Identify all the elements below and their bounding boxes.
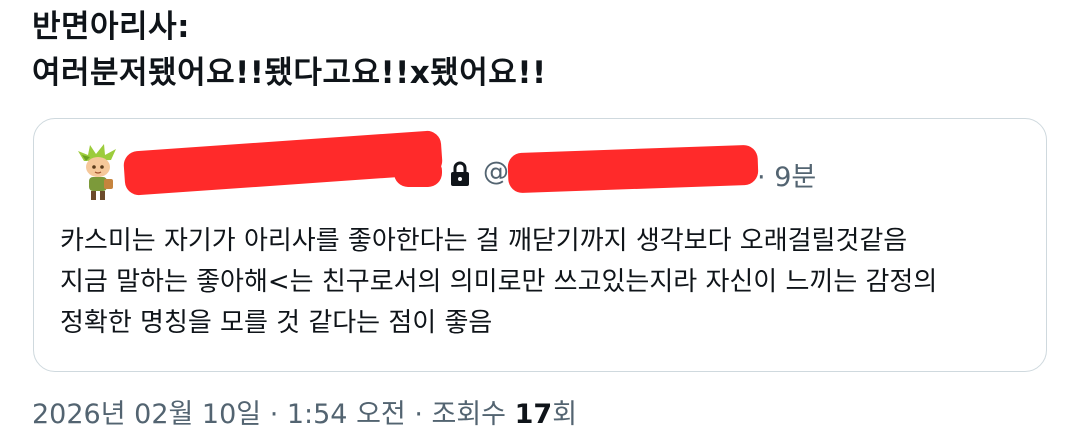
time-separator: ·: [757, 162, 766, 193]
redacted-display-name-tail: [394, 157, 442, 187]
quoted-tweet-body: 카스미는 자기가 아리사를 좋아한다는 걸 깨닫기까지 생각보다 오래걸릴것같음…: [60, 226, 938, 338]
view-suffix: 회: [552, 399, 578, 430]
time-value: 9분: [774, 162, 817, 193]
view-count: 17: [514, 399, 553, 430]
tweet-time[interactable]: · 9분: [757, 155, 816, 194]
tweet-timestamp[interactable]: 2026년 02월 10일 · 1:54 오전 · 조회수 17회: [32, 392, 577, 431]
cookie-character-avatar[interactable]: [76, 143, 122, 203]
handle-at-sign: @: [483, 157, 509, 187]
tweet-text: 반면아리사: 여러분저됐어요!!됐다고요!!x됐어요!!: [32, 9, 547, 91]
date-time: 2026년 02월 10일 · 1:54 오전 · 조회수: [32, 399, 515, 430]
quoted-tweet-card[interactable]: @ · 9분 카스미는 자기가 아리사를 좋아한다는 걸 깨닫기까지 생각보다 …: [33, 118, 1047, 372]
lock-icon: [451, 161, 469, 186]
redacted-handle: [507, 144, 759, 194]
